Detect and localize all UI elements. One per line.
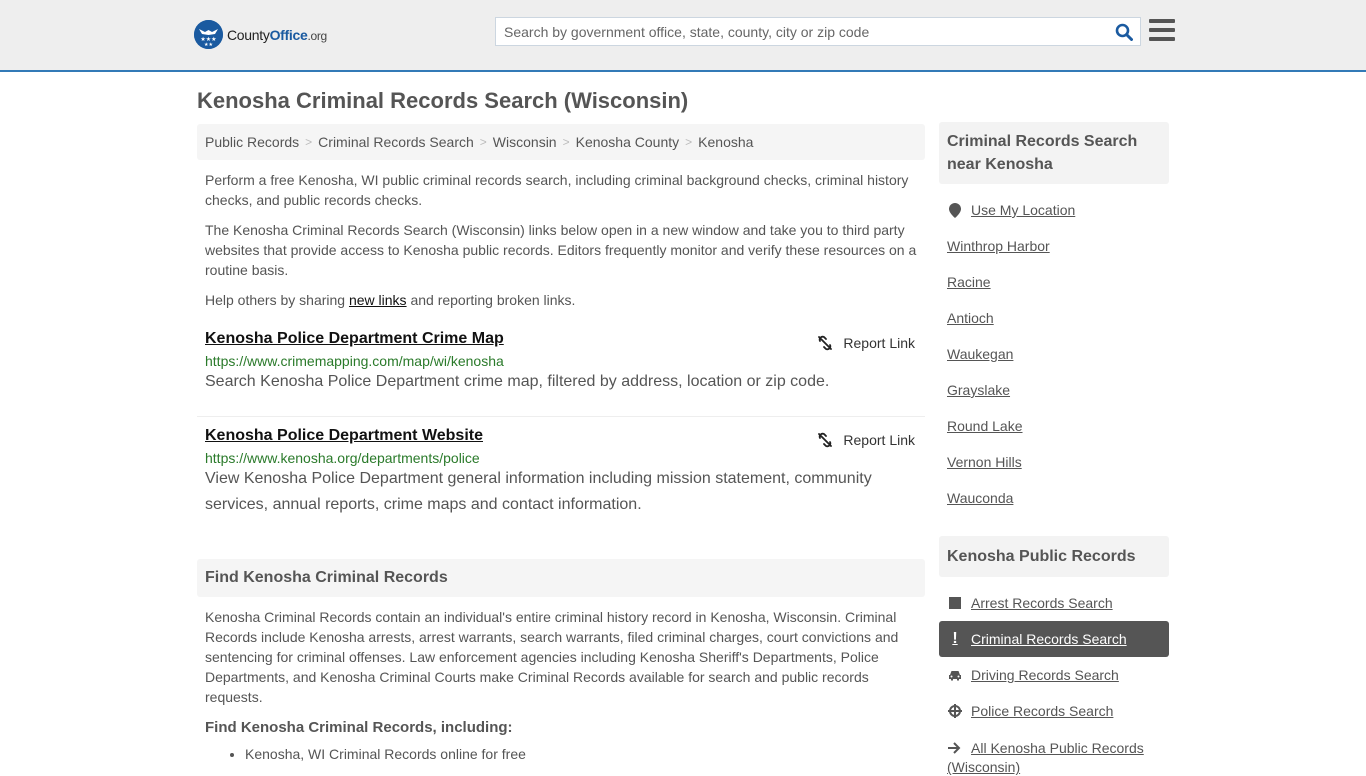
find-records-heading: Find Kenosha Criminal Records bbox=[197, 559, 925, 597]
link-label: Arrest Records Search bbox=[971, 595, 1113, 611]
breadcrumb-separator: > bbox=[305, 135, 313, 149]
resource-link-description: View Kenosha Police Department general i… bbox=[205, 470, 872, 513]
search-bar bbox=[495, 17, 1141, 46]
crosshair-icon bbox=[947, 704, 963, 718]
sidebar: Criminal Records Search near Kenosha Use… bbox=[939, 122, 1169, 776]
square-icon bbox=[947, 597, 963, 609]
link-label: Driving Records Search bbox=[971, 667, 1119, 683]
search-button[interactable] bbox=[1108, 18, 1140, 45]
nearby-city-link[interactable]: Antioch bbox=[939, 300, 1169, 336]
nearby-city-link[interactable]: Winthrop Harbor bbox=[939, 228, 1169, 264]
nearby-heading: Criminal Records Search near Kenosha bbox=[939, 122, 1169, 184]
logo-county: County bbox=[227, 26, 270, 43]
breadcrumb-separator: > bbox=[479, 135, 487, 149]
nearby-list: Use My Location Winthrop Harbor Racine A… bbox=[939, 192, 1169, 516]
map-marker-icon bbox=[947, 202, 963, 218]
breadcrumb: Public Records > Criminal Records Search… bbox=[197, 124, 925, 160]
logo-wordmark: CountyOffice.org bbox=[227, 27, 327, 43]
resource-link-item: Kenosha Police Department Crime Map Repo… bbox=[197, 330, 925, 405]
eagle-logo-icon: ★★★ ★★ bbox=[194, 20, 223, 49]
nearby-city-link[interactable]: Racine bbox=[939, 264, 1169, 300]
breadcrumb-kenosha[interactable]: Kenosha bbox=[698, 134, 753, 150]
resource-link-url: https://www.kenosha.org/departments/poli… bbox=[205, 450, 480, 466]
link-label: All Kenosha Public Records (Wisconsin) bbox=[947, 740, 1144, 776]
exclamation-icon: ! bbox=[952, 630, 958, 647]
nearby-city-link[interactable]: Wauconda bbox=[939, 480, 1169, 516]
intro-paragraph-2: The Kenosha Criminal Records Search (Wis… bbox=[205, 222, 917, 278]
hamburger-menu-icon[interactable] bbox=[1149, 19, 1175, 41]
police-records-link[interactable]: Police Records Search bbox=[939, 693, 1169, 729]
breadcrumb-kenosha-county[interactable]: Kenosha County bbox=[576, 134, 680, 150]
resource-link-item: Kenosha Police Department Website Report… bbox=[197, 427, 925, 518]
use-my-location-label: Use My Location bbox=[971, 202, 1076, 218]
svg-text:★★: ★★ bbox=[204, 42, 213, 48]
find-records-subheading: Find Kenosha Criminal Records, including… bbox=[205, 719, 513, 736]
page-title: Kenosha Criminal Records Search (Wiscons… bbox=[197, 88, 689, 113]
driving-records-link[interactable]: Driving Records Search bbox=[939, 657, 1169, 693]
find-records-list: Kenosha, WI Criminal Records online for … bbox=[197, 746, 925, 762]
broken-link-icon bbox=[818, 335, 833, 351]
nearby-city-link[interactable]: Vernon Hills bbox=[939, 444, 1169, 480]
divider bbox=[197, 416, 925, 417]
criminal-records-link[interactable]: ! Criminal Records Search bbox=[939, 621, 1169, 657]
resource-link-description: Search Kenosha Police Department crime m… bbox=[205, 373, 830, 390]
report-link-label: Report Link bbox=[843, 432, 915, 448]
logo-office: Office bbox=[269, 26, 308, 43]
all-public-records-link[interactable]: All Kenosha Public Records (Wisconsin) bbox=[939, 729, 1169, 776]
report-link-button[interactable]: Report Link bbox=[817, 432, 915, 448]
car-icon bbox=[947, 669, 963, 681]
breadcrumb-separator: > bbox=[685, 135, 693, 149]
breadcrumb-criminal-records-search[interactable]: Criminal Records Search bbox=[318, 134, 474, 150]
link-label: Police Records Search bbox=[971, 703, 1114, 719]
search-icon bbox=[1115, 23, 1133, 41]
intro-text: and reporting broken links. bbox=[406, 292, 576, 308]
resource-link-url: https://www.crimemapping.com/map/wi/keno… bbox=[205, 353, 504, 369]
top-header: ★★★ ★★ CountyOffice.org bbox=[0, 0, 1366, 72]
main-content: Public Records > Criminal Records Search… bbox=[197, 124, 925, 762]
report-link-button[interactable]: Report Link bbox=[817, 335, 915, 351]
list-item: Kenosha, WI Criminal Records online for … bbox=[245, 746, 925, 762]
public-records-list: Arrest Records Search ! Criminal Records… bbox=[939, 585, 1169, 776]
broken-link-icon bbox=[818, 432, 833, 448]
breadcrumb-separator: > bbox=[562, 135, 570, 149]
intro-text: Help others by sharing bbox=[205, 292, 349, 308]
site-logo[interactable]: ★★★ ★★ CountyOffice.org bbox=[194, 20, 327, 49]
arrest-records-link[interactable]: Arrest Records Search bbox=[939, 585, 1169, 621]
report-link-label: Report Link bbox=[843, 335, 915, 351]
resource-link-title[interactable]: Kenosha Police Department Crime Map bbox=[205, 330, 504, 348]
nearby-city-link[interactable]: Grayslake bbox=[939, 372, 1169, 408]
arrow-right-icon bbox=[947, 740, 963, 758]
nearby-city-link[interactable]: Round Lake bbox=[939, 408, 1169, 444]
resource-link-title[interactable]: Kenosha Police Department Website bbox=[205, 427, 483, 445]
use-my-location-link[interactable]: Use My Location bbox=[939, 192, 1169, 228]
link-label: Criminal Records Search bbox=[971, 631, 1127, 647]
search-input[interactable] bbox=[496, 18, 1108, 45]
nearby-city-link[interactable]: Waukegan bbox=[939, 336, 1169, 372]
logo-org: .org bbox=[307, 28, 327, 43]
find-records-body: Kenosha Criminal Records contain an indi… bbox=[205, 609, 899, 705]
breadcrumb-public-records[interactable]: Public Records bbox=[205, 134, 299, 150]
intro-paragraph-1: Perform a free Kenosha, WI public crimin… bbox=[205, 172, 909, 208]
breadcrumb-wisconsin[interactable]: Wisconsin bbox=[493, 134, 557, 150]
intro-paragraph-3: Help others by sharing new links and rep… bbox=[197, 290, 925, 310]
public-records-heading: Kenosha Public Records bbox=[939, 536, 1169, 577]
new-links-link[interactable]: new links bbox=[349, 292, 407, 308]
